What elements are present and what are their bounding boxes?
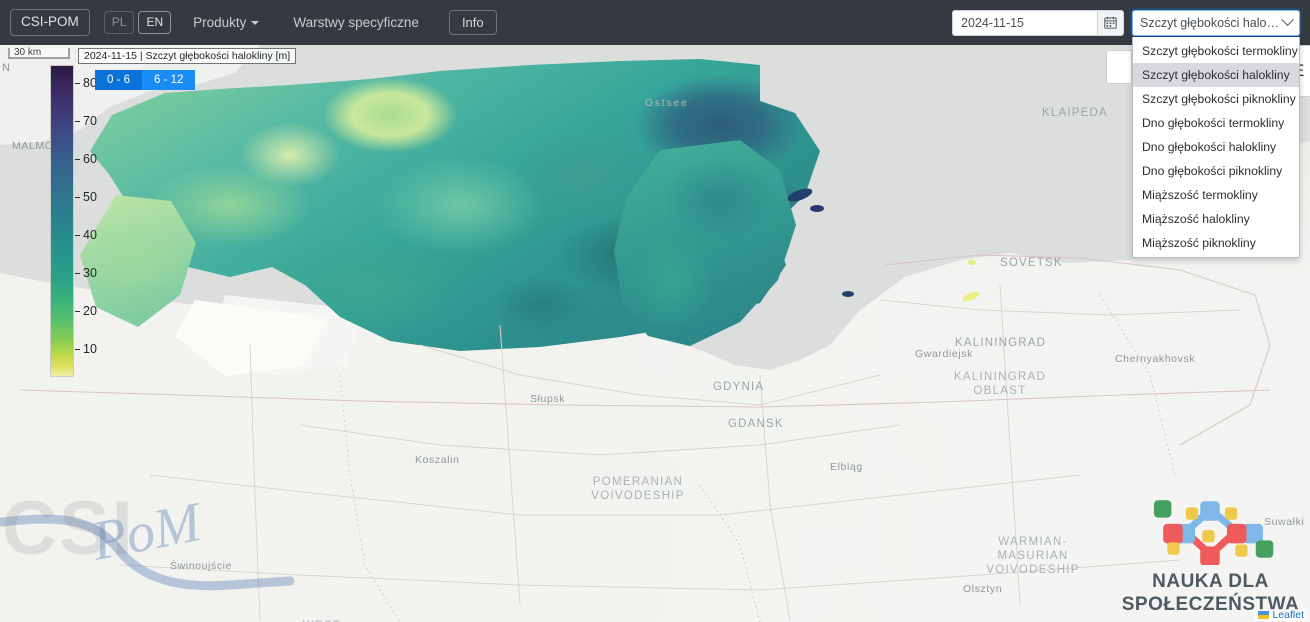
colorbar-tick-mark: [75, 272, 80, 274]
colorbar-tick-label: 70: [83, 114, 97, 128]
map-colorbar: 80 70 60 50 40 30 20 10: [50, 65, 97, 377]
colorbar-tick-mark: [75, 234, 80, 236]
brand-button[interactable]: CSI-POM: [10, 9, 90, 36]
layer-select-value: Szczyt głębokości halokliny: [1140, 15, 1283, 30]
colorbar-tick-label: 40: [83, 228, 97, 242]
layer-option-7[interactable]: Miąższość halokliny: [1133, 207, 1299, 231]
map-scale-bar: 30 km: [8, 47, 70, 59]
colorbar-gradient: [50, 65, 74, 377]
leaflet-label: Leaflet: [1272, 609, 1304, 621]
layer-option-1[interactable]: Szczyt głębokości halokliny: [1133, 62, 1299, 87]
language-button-pl[interactable]: PL: [103, 11, 135, 34]
colorbar-tick-mark: [75, 348, 80, 350]
depth-range-button-1[interactable]: 6 - 12: [142, 70, 196, 90]
date-input[interactable]: [952, 9, 1097, 36]
colorbar-tick-50: 50: [75, 190, 97, 204]
depth-range-button-0[interactable]: 0 - 6: [95, 70, 143, 90]
nav-menu-produkty-label: Produkty: [193, 15, 247, 30]
layer-select-dropdown[interactable]: Szczyt głębokości termokliny Szczyt głębo…: [1132, 36, 1300, 258]
colorbar-tick-mark: [75, 310, 80, 312]
language-button-en[interactable]: EN: [138, 11, 172, 34]
layer-select[interactable]: Szczyt głębokości halokliny: [1132, 9, 1300, 36]
layer-select-wrapper: Szczyt głębokości halokliny Szczyt głębo…: [1132, 9, 1300, 258]
layer-option-8[interactable]: Miąższość piknokliny: [1133, 231, 1299, 255]
nav-menu-warstwy-label: Warstwy specyficzne: [293, 15, 419, 30]
leaflet-attribution[interactable]: Leaflet: [1254, 609, 1308, 621]
layer-option-3[interactable]: Dno głębokości termokliny: [1133, 111, 1299, 135]
top-navbar: CSI-POM PL EN Produkty Warstwy specyficz…: [0, 0, 1310, 258]
map-canvas[interactable]: CSI PoM MALMÖOstseeKLAIPEDASOVETSKKALINI…: [0, 45, 1310, 622]
colorbar-tick-mark: [75, 158, 80, 160]
info-button[interactable]: Info: [448, 9, 497, 36]
colorbar-tick-label: 30: [83, 266, 97, 280]
map-scale-bar-label: 30 km: [14, 47, 42, 58]
colorbar-tick-20: 20: [75, 304, 97, 318]
depth-range-pager[interactable]: 0 - 66 - 12: [95, 70, 196, 90]
colorbar-tick-label: 10: [83, 342, 97, 356]
layer-option-4[interactable]: Dno głębokości halokliny: [1133, 135, 1299, 159]
chevron-down-icon: [1281, 13, 1294, 27]
colorbar-tick-10: 10: [75, 342, 97, 356]
calendar-icon-button[interactable]: [1097, 9, 1124, 36]
calendar-icon: [1104, 16, 1117, 29]
layer-option-5[interactable]: Dno głębokości piknokliny: [1133, 159, 1299, 183]
map-vector-overlay: [0, 45, 1310, 622]
colorbar-tick-80: 80: [75, 76, 97, 90]
colorbar-tick-label: 60: [83, 152, 97, 166]
colorbar-tick-mark: [75, 120, 80, 122]
layer-option-0[interactable]: Szczyt głębokości termokliny: [1133, 39, 1299, 63]
nav-menu-warstwy-specyficzne[interactable]: Warstwy specyficzne: [293, 15, 419, 30]
colorbar-tick-60: 60: [75, 152, 97, 166]
caret-down-icon: [251, 20, 260, 25]
colorbar-tick-40: 40: [75, 228, 97, 242]
colorbar-tick-mark: [75, 196, 80, 198]
colorbar-ticks: 80 70 60 50 40 30 20 10: [75, 65, 115, 377]
map-title-box: 2024-11-15 | Szczyt głębokości halokliny…: [78, 48, 297, 64]
date-picker-group: [952, 9, 1124, 36]
layer-option-2[interactable]: Szczyt głębokości piknokliny: [1133, 87, 1299, 111]
colorbar-tick-mark: [75, 82, 80, 84]
graticule-label-n: N: [2, 62, 10, 74]
colorbar-tick-30: 30: [75, 266, 97, 280]
application-root: CSI-POM PL EN Produkty Warstwy specyficz…: [0, 0, 1310, 622]
colorbar-tick-label: 20: [83, 304, 97, 318]
colorbar-tick-label: 50: [83, 190, 97, 204]
leaflet-flag-icon: [1258, 611, 1270, 619]
layer-option-6[interactable]: Miąższość termokliny: [1133, 183, 1299, 207]
nav-menu-produkty[interactable]: Produkty: [193, 15, 260, 30]
obscured-map-control[interactable]: [1106, 50, 1132, 84]
colorbar-tick-70: 70: [75, 114, 97, 128]
